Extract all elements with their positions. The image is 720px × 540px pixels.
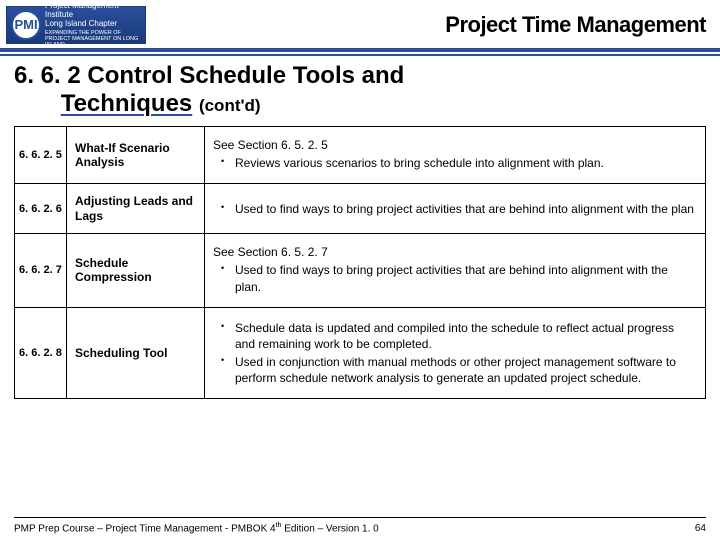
slide-header: PMI Project Management Institute Long Is… [0, 0, 720, 52]
tool-name: Schedule Compression [67, 234, 205, 308]
bullet-item: Used to find ways to bring project activ… [225, 201, 697, 217]
section-title-line1: Control Schedule Tools and [87, 62, 404, 89]
section-suffix: (cont'd) [199, 96, 261, 115]
section-heading: 6. 6. 2 Control Schedule Tools and Techn… [0, 56, 720, 120]
row-number: 6. 6. 2. 7 [15, 234, 67, 308]
logo-box: PMI Project Management Institute Long Is… [6, 6, 146, 44]
tools-table: 6. 6. 2. 5What-If Scenario AnalysisSee S… [14, 126, 706, 399]
footer-rule [14, 517, 706, 518]
tool-name: Adjusting Leads and Lags [67, 184, 205, 234]
table-row: 6. 6. 2. 8Scheduling Tool Schedule data i… [15, 307, 706, 399]
content-area: 6. 6. 2. 5What-If Scenario AnalysisSee S… [0, 120, 720, 399]
page-number: 64 [695, 523, 706, 534]
bullet-item: Used in conjunction with manual methods … [225, 354, 697, 386]
bullet-item: Reviews various scenarios to bring sched… [225, 155, 697, 171]
logo-text: Project Management Institute Long Island… [45, 2, 141, 48]
tool-description: See Section 6. 5. 2. 5 Reviews various sc… [205, 127, 706, 184]
logo-line2: Long Island Chapter [45, 20, 141, 29]
tool-description: See Section 6. 5. 2. 7 Used to find ways … [205, 234, 706, 308]
logo-tagline: EXPANDING THE POWER OF PROJECT MANAGEMEN… [45, 30, 141, 48]
row-number: 6. 6. 2. 6 [15, 184, 67, 234]
bullet-item: Used to find ways to bring project activ… [225, 262, 697, 294]
tool-description: Used to find ways to bring project activ… [205, 184, 706, 234]
logo-line1: Project Management Institute [45, 2, 141, 20]
section-title-line2: Techniques [61, 90, 193, 117]
bullet-list: Reviews various scenarios to bring sched… [213, 155, 697, 171]
bullet-list: Used to find ways to bring project activ… [213, 201, 697, 217]
row-number: 6. 6. 2. 5 [15, 127, 67, 184]
table-row: 6. 6. 2. 6Adjusting Leads and Lags Used t… [15, 184, 706, 234]
slide-footer: PMP Prep Course – Project Time Managemen… [0, 522, 720, 534]
table-row: 6. 6. 2. 5What-If Scenario AnalysisSee S… [15, 127, 706, 184]
tool-name: Scheduling Tool [67, 307, 205, 399]
bullet-list: Schedule data is updated and compiled in… [213, 320, 697, 387]
section-number: 6. 6. 2 [14, 62, 81, 89]
tool-name: What-If Scenario Analysis [67, 127, 205, 184]
desc-intro: See Section 6. 5. 2. 7 [213, 244, 697, 260]
row-number: 6. 6. 2. 8 [15, 307, 67, 399]
tool-description: Schedule data is updated and compiled in… [205, 307, 706, 399]
pmi-mark-icon: PMI [11, 10, 41, 40]
bullet-list: Used to find ways to bring project activ… [213, 262, 697, 294]
bullet-item: Schedule data is updated and compiled in… [225, 320, 697, 352]
footer-pre: PMP Prep Course – Project Time Managemen… [14, 523, 276, 534]
desc-intro: See Section 6. 5. 2. 5 [213, 137, 697, 153]
footer-text: PMP Prep Course – Project Time Managemen… [14, 522, 379, 534]
pmi-logo: PMI Project Management Institute Long Is… [6, 6, 146, 44]
table-row: 6. 6. 2. 7Schedule CompressionSee Sectio… [15, 234, 706, 308]
page-title: Project Time Management [445, 12, 706, 38]
footer-post: Edition – Version 1. 0 [281, 523, 378, 534]
